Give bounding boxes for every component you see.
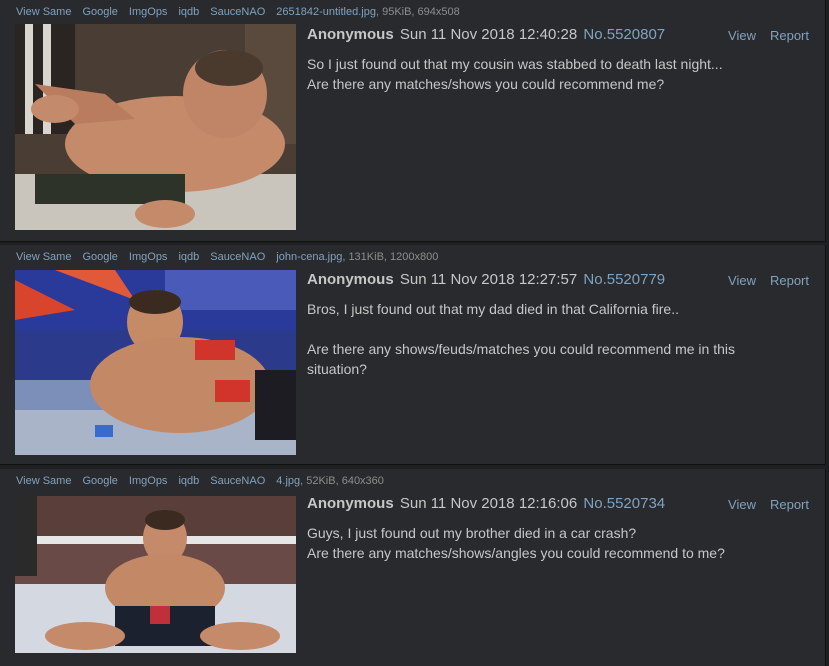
google-link[interactable]: Google: [82, 6, 117, 18]
post-line: Guys, I just found out my brother died i…: [307, 525, 637, 541]
post: View Same Google ImgOps iqdb SauceNAO 2651842…: [0, 0, 826, 242]
post-line: situation?: [307, 361, 367, 377]
post-info: Anonymous Sun 11 Nov 2018 12:27:57 No.55…: [307, 271, 665, 288]
saucenao-link[interactable]: SauceNAO: [210, 6, 265, 18]
post-thumbnail[interactable]: [15, 24, 296, 230]
view-link[interactable]: View: [728, 28, 756, 43]
file-meta: , 131KiB, 1200x800: [342, 251, 439, 263]
post-number-link[interactable]: No.5520807: [583, 26, 665, 43]
iqdb-link[interactable]: iqdb: [178, 251, 199, 263]
post-date: Sun 11 Nov 2018 12:40:28: [399, 26, 578, 43]
file-meta: , 95KiB, 694x508: [375, 6, 460, 18]
report-link[interactable]: Report: [770, 497, 809, 512]
post-line: Are there any shows/feuds/matches you co…: [307, 341, 735, 357]
view-same-link[interactable]: View Same: [16, 251, 71, 263]
post-thumbnail[interactable]: [15, 270, 296, 455]
poster-name: Anonymous: [307, 271, 394, 288]
file-meta: , 52KiB, 640x360: [300, 475, 384, 487]
post-line: Are there any matches/shows you could re…: [307, 76, 665, 92]
view-same-link[interactable]: View Same: [16, 6, 71, 18]
file-info: View Same Google ImgOps iqdb SauceNAO 2651842…: [16, 6, 460, 18]
post-info: Anonymous Sun 11 Nov 2018 12:40:28 No.55…: [307, 26, 665, 43]
post-line: Are there any matches/shows/angles you c…: [307, 545, 725, 561]
thread-page: View Same Google ImgOps iqdb SauceNAO 2651842…: [0, 0, 829, 666]
iqdb-link[interactable]: iqdb: [178, 475, 199, 487]
post-info: Anonymous Sun 11 Nov 2018 12:16:06 No.55…: [307, 495, 665, 512]
google-link[interactable]: Google: [82, 251, 117, 263]
imgops-link[interactable]: ImgOps: [129, 6, 168, 18]
google-link[interactable]: Google: [82, 475, 117, 487]
view-link[interactable]: View: [728, 273, 756, 288]
view-link[interactable]: View: [728, 497, 756, 512]
post-number-link[interactable]: No.5520779: [583, 271, 665, 288]
thumbnail-image: [15, 270, 296, 455]
file-info: View Same Google ImgOps iqdb SauceNAO john-ce…: [16, 251, 438, 263]
post-actions: View Report: [714, 28, 809, 43]
report-link[interactable]: Report: [770, 273, 809, 288]
post-actions: View Report: [714, 497, 809, 512]
file-name-link[interactable]: john-cena.jpg: [276, 251, 342, 263]
saucenao-link[interactable]: SauceNAO: [210, 475, 265, 487]
iqdb-link[interactable]: iqdb: [178, 6, 199, 18]
thumbnail-image: [15, 24, 296, 230]
post-line: So I just found out that my cousin was s…: [307, 56, 723, 72]
post: View Same Google ImgOps iqdb SauceNAO 4.jpg, …: [0, 469, 826, 666]
post: View Same Google ImgOps iqdb SauceNAO john-ce…: [0, 245, 826, 465]
file-info: View Same Google ImgOps iqdb SauceNAO 4.jpg, …: [16, 475, 384, 487]
post-date: Sun 11 Nov 2018 12:27:57: [399, 271, 578, 288]
post-number-link[interactable]: No.5520734: [583, 495, 665, 512]
file-name-link[interactable]: 4.jpg: [276, 475, 300, 487]
post-line: Bros, I just found out that my dad died …: [307, 301, 679, 317]
thumbnail-image: [15, 496, 296, 653]
post-body: So I just found out that my cousin was s…: [307, 54, 807, 94]
saucenao-link[interactable]: SauceNAO: [210, 251, 265, 263]
post-actions: View Report: [714, 273, 809, 288]
file-name-link[interactable]: 2651842-untitled.jpg: [276, 6, 376, 18]
view-same-link[interactable]: View Same: [16, 475, 71, 487]
poster-name: Anonymous: [307, 495, 394, 512]
post-date: Sun 11 Nov 2018 12:16:06: [399, 495, 578, 512]
post-body: Bros, I just found out that my dad died …: [307, 299, 807, 379]
imgops-link[interactable]: ImgOps: [129, 251, 168, 263]
poster-name: Anonymous: [307, 26, 394, 43]
post-body: Guys, I just found out my brother died i…: [307, 523, 807, 563]
report-link[interactable]: Report: [770, 28, 809, 43]
post-thumbnail[interactable]: [15, 496, 296, 653]
imgops-link[interactable]: ImgOps: [129, 475, 168, 487]
